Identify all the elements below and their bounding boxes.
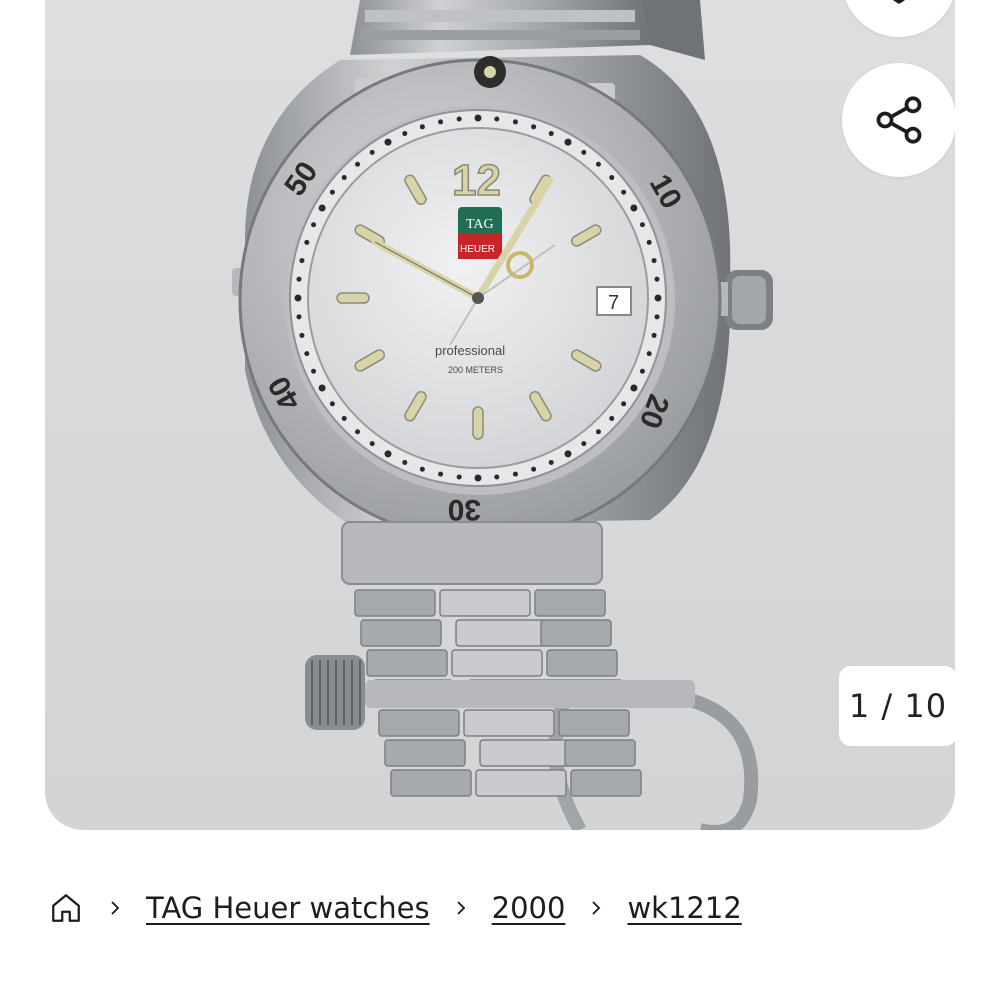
chevron-right-icon xyxy=(430,899,492,917)
breadcrumb-collection[interactable]: 2000 xyxy=(492,891,566,925)
dial-twelve: 12 xyxy=(452,156,501,205)
brand-heuer: HEUER xyxy=(460,244,495,255)
share-icon xyxy=(876,96,922,144)
watch-photo: 50 10 20 30 40 12 TAG HEUER professional… xyxy=(232,0,773,830)
brand-tag: TAG xyxy=(466,217,494,232)
image-gallery[interactable]: 50 10 20 30 40 12 TAG HEUER professional… xyxy=(45,0,955,830)
chevron-right-icon xyxy=(84,899,146,917)
chevron-right-icon xyxy=(565,899,627,917)
dial-depth: 200 METERS xyxy=(448,365,503,375)
breadcrumb-home[interactable] xyxy=(48,890,84,926)
breadcrumb-brand[interactable]: TAG Heuer watches xyxy=(146,891,430,925)
date-window: 7 xyxy=(608,292,619,314)
home-icon xyxy=(52,894,80,922)
dial-model: professional xyxy=(435,343,505,358)
share-button[interactable] xyxy=(842,63,955,177)
breadcrumb-reference[interactable]: wk1212 xyxy=(627,891,741,925)
heart-icon xyxy=(892,0,906,4)
breadcrumb: TAG Heuer watches 2000 wk1212 xyxy=(48,880,742,936)
image-counter: 1 / 10 xyxy=(839,666,955,746)
